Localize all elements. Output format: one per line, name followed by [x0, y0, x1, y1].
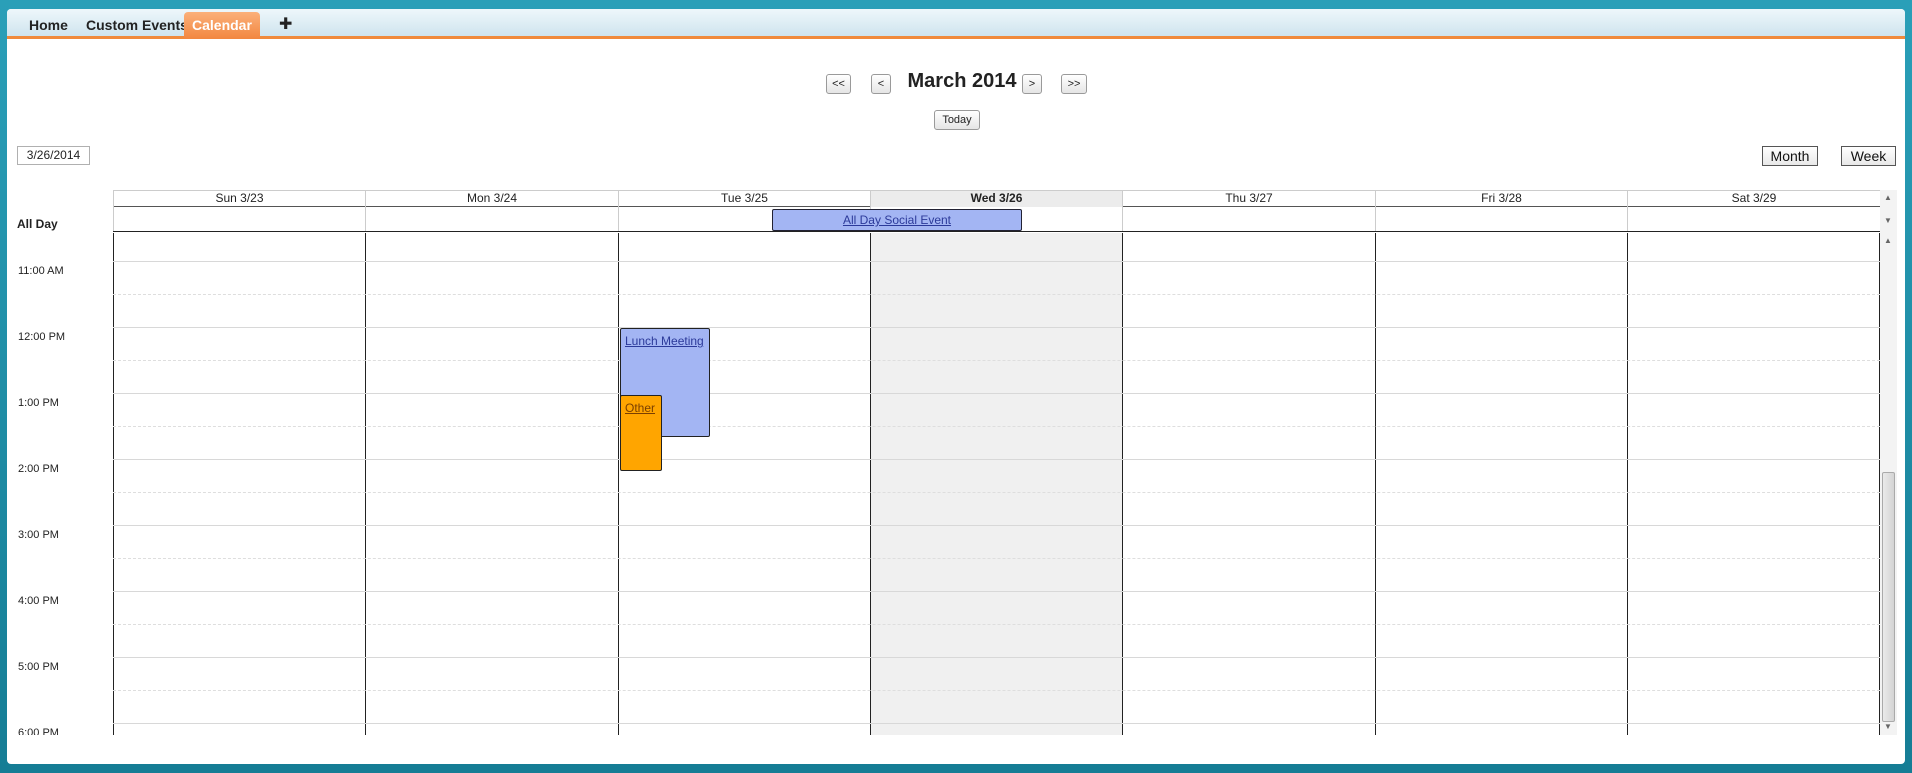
week-grid: Sun 3/23 Mon 3/24 Tue 3/25 Wed 3/26 Thu … [7, 190, 1905, 735]
hour-line [113, 459, 1880, 460]
day-header-row: Sun 3/23 Mon 3/24 Tue 3/25 Wed 3/26 Thu … [113, 190, 1880, 207]
all-day-label: All Day [17, 217, 58, 231]
today-button[interactable]: Today [934, 110, 980, 130]
time-label: 4:00 PM [18, 595, 59, 607]
all-day-cell[interactable] [1375, 207, 1627, 231]
all-day-cell[interactable] [1122, 207, 1375, 231]
add-tab-icon[interactable]: ✚ [271, 12, 300, 39]
tab-calendar[interactable]: Calendar [184, 12, 260, 39]
time-label: 5:00 PM [18, 661, 59, 673]
day-column-today[interactable] [870, 233, 1122, 735]
day-column[interactable] [618, 233, 870, 735]
hour-line [113, 657, 1880, 658]
day-column[interactable] [1375, 233, 1627, 735]
day-header: Sun 3/23 [113, 191, 365, 207]
day-header: Thu 3/27 [1122, 191, 1375, 207]
half-hour-line [113, 558, 1880, 559]
all-day-social-event[interactable]: All Day Social Event [772, 209, 1022, 231]
time-label: 1:00 PM [18, 397, 59, 409]
time-grid: 11:00 AM 12:00 PM 1:00 PM 2:00 PM 3:00 P… [7, 233, 1887, 735]
date-field[interactable]: 3/26/2014 [17, 146, 90, 165]
hour-line [113, 393, 1880, 394]
hour-line [113, 327, 1880, 328]
hour-line [113, 723, 1880, 724]
tab-home[interactable]: Home [21, 12, 76, 39]
day-column[interactable] [1122, 233, 1375, 735]
next-button[interactable]: > [1022, 74, 1042, 94]
half-hour-line [113, 690, 1880, 691]
tab-bar: Home Custom Events Calendar ✚ [7, 9, 1905, 39]
scroll-up-icon[interactable]: ▲ [1884, 236, 1892, 245]
scrollbar-thumb[interactable] [1882, 472, 1895, 722]
event-other[interactable]: Other [620, 395, 662, 471]
all-day-cell[interactable] [113, 207, 365, 231]
week-view-button[interactable]: Week [1841, 146, 1896, 166]
time-label: 11:00 AM [18, 265, 64, 277]
all-day-cell[interactable] [1627, 207, 1880, 231]
half-hour-line [113, 294, 1880, 295]
time-label: 12:00 PM [18, 331, 66, 343]
time-label: 2:00 PM [18, 463, 59, 475]
half-hour-line [113, 624, 1880, 625]
day-header: Tue 3/25 [618, 191, 870, 207]
first-button[interactable]: << [826, 74, 851, 94]
time-label: 6:00 PM [18, 727, 59, 735]
scroll-up-icon[interactable]: ▲ [1884, 193, 1892, 202]
half-hour-line [113, 426, 1880, 427]
day-header: Sat 3/29 [1627, 191, 1880, 207]
tab-custom-events[interactable]: Custom Events [78, 12, 196, 39]
day-column[interactable] [1627, 233, 1880, 735]
month-title: March 2014 [907, 70, 1017, 92]
last-button[interactable]: >> [1061, 74, 1087, 94]
half-hour-line [113, 492, 1880, 493]
half-hour-line [113, 360, 1880, 361]
day-header-today: Wed 3/26 [870, 191, 1122, 207]
month-view-button[interactable]: Month [1762, 146, 1818, 166]
app-frame: Home Custom Events Calendar ✚ << < March… [7, 9, 1905, 764]
scroll-down-icon[interactable]: ▼ [1884, 722, 1892, 731]
day-column[interactable] [365, 233, 618, 735]
all-day-cell[interactable] [365, 207, 618, 231]
day-header: Mon 3/24 [365, 191, 618, 207]
hour-line [113, 591, 1880, 592]
day-header: Fri 3/28 [1375, 191, 1627, 207]
hour-line [113, 525, 1880, 526]
vertical-scrollbar[interactable]: ▲ ▼ ▲ ▼ [1880, 190, 1897, 735]
time-label: 3:00 PM [18, 529, 59, 541]
hour-line [113, 261, 1880, 262]
day-column[interactable] [113, 233, 365, 735]
scroll-down-icon[interactable]: ▼ [1884, 216, 1892, 225]
